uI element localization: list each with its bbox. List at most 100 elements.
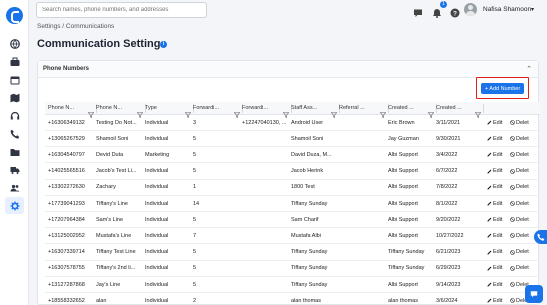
table-row[interactable]: +13302272630 Zachary Individual 1 1800 Test A… xyxy=(45,180,540,196)
pencil-icon xyxy=(487,185,492,190)
table-row[interactable]: +14025565516 Jacob's Test Li... Individual… xyxy=(45,164,540,180)
table-row[interactable]: +13065267529 Shamoil Soni Individual 5 Shamo… xyxy=(45,131,540,148)
info-icon[interactable]: i xyxy=(160,41,167,48)
logo-icon[interactable] xyxy=(6,7,23,24)
table-cell xyxy=(242,196,288,211)
filter-icon[interactable] xyxy=(330,105,338,119)
briefcase-icon[interactable] xyxy=(7,54,22,69)
table-row[interactable]: +17739041293 Tiffany's Line Individual 14 Ti… xyxy=(45,196,540,212)
delete-button[interactable]: Delet xyxy=(510,245,529,260)
filter-icon[interactable] xyxy=(474,105,482,119)
column-header[interactable]: Phone N... xyxy=(48,102,74,114)
column-header[interactable]: Type xyxy=(145,102,157,114)
folder-icon[interactable] xyxy=(7,144,22,159)
gear-icon[interactable] xyxy=(5,197,24,214)
filter-icon[interactable] xyxy=(233,105,241,119)
edit-button[interactable]: Edit xyxy=(487,261,502,276)
table-cell: 5 xyxy=(193,216,197,223)
delete-label: Delet xyxy=(516,184,529,191)
filter-icon[interactable] xyxy=(282,105,290,119)
table-cell: 5 xyxy=(193,249,197,256)
floating-chat-button[interactable] xyxy=(525,285,543,303)
breadcrumb[interactable]: Settings / Communications xyxy=(37,23,114,30)
add-number-button[interactable]: + Add Number xyxy=(481,83,524,94)
table-row[interactable]: +16306349132 Testing Do Not... Individual 3… xyxy=(45,115,540,131)
pencil-icon xyxy=(487,169,492,174)
edit-button[interactable]: Edit xyxy=(487,245,502,260)
chevron-down-icon[interactable]: ▾ xyxy=(531,6,534,13)
pencil-icon xyxy=(487,233,492,238)
table-row[interactable]: +18558332652 alan Individual 2 alan thomas al… xyxy=(45,293,540,305)
headset-icon[interactable] xyxy=(7,108,22,123)
column-header[interactable]: Forwardi... xyxy=(242,102,268,114)
column-header[interactable]: Referral ... xyxy=(339,102,365,114)
table-cell: Tiffany Sunday xyxy=(291,200,328,207)
delete-label: Delet xyxy=(516,216,529,223)
table-row[interactable]: +16304540797 Devid Duta Marketing 5 David Du… xyxy=(45,147,540,164)
truck-icon[interactable] xyxy=(7,162,22,177)
table-row[interactable]: +16307578755 Tiffany's 2nd li... Individua… xyxy=(45,261,540,277)
delete-button[interactable]: Delet xyxy=(510,115,529,130)
table-cell: Individual xyxy=(145,135,169,142)
ban-icon xyxy=(510,120,515,125)
delete-button[interactable]: Delet xyxy=(510,212,529,227)
edit-button[interactable]: Edit xyxy=(487,277,502,292)
edit-button[interactable]: Edit xyxy=(487,196,502,211)
edit-label: Edit xyxy=(493,151,503,158)
delete-label: Delet xyxy=(516,232,529,239)
edit-button[interactable]: Edit xyxy=(487,228,502,243)
edit-button[interactable]: Edit xyxy=(487,115,502,130)
chevron-up-icon[interactable]: ⌃ xyxy=(526,65,532,73)
edit-button[interactable]: Edit xyxy=(487,147,502,162)
delete-button[interactable]: Delet xyxy=(510,228,529,243)
map-icon[interactable] xyxy=(7,90,22,105)
table-cell: 5 xyxy=(193,281,197,288)
table-cell: 1 xyxy=(193,184,197,191)
column-header[interactable]: Created ... xyxy=(388,102,414,114)
delete-button[interactable]: Delet xyxy=(510,164,529,179)
column-header[interactable]: Staff Ass... xyxy=(291,102,317,114)
filter-icon[interactable] xyxy=(87,105,95,119)
delete-button[interactable]: Delet xyxy=(510,147,529,162)
edit-button[interactable]: Edit xyxy=(487,212,502,227)
ban-icon xyxy=(510,136,515,141)
edit-button[interactable]: Edit xyxy=(487,131,502,146)
delete-button[interactable]: Delet xyxy=(510,196,529,211)
users-icon[interactable] xyxy=(7,180,22,195)
phone-icon[interactable] xyxy=(7,126,22,141)
user-name[interactable]: Nafisa Shamoon xyxy=(483,6,531,13)
panel-header[interactable]: Phone Numbers ⌃ xyxy=(38,61,538,78)
globe-icon[interactable] xyxy=(7,36,22,51)
avatar[interactable] xyxy=(464,3,477,16)
filter-icon[interactable] xyxy=(379,105,387,119)
filter-icon[interactable] xyxy=(427,105,435,119)
table-row[interactable]: +13125002952 Mustafa's Line Individual 7 Mus… xyxy=(45,228,540,245)
edit-button[interactable]: Edit xyxy=(487,180,502,195)
table-cell: Individual xyxy=(145,249,169,256)
table-row[interactable]: +17207964384 Sam's Line Individual 5 Sam Cha… xyxy=(45,212,540,229)
delete-button[interactable]: Delet xyxy=(510,261,529,276)
table-row[interactable]: +13127287868 Jay's Line Individual 5 Tiffany… xyxy=(45,277,540,293)
chat-icon[interactable] xyxy=(413,5,423,17)
table-cell: +13302272630 xyxy=(48,184,85,191)
pencil-icon xyxy=(487,282,492,287)
edit-button[interactable]: Edit xyxy=(487,164,502,179)
delete-button[interactable]: Delet xyxy=(510,180,529,195)
table-row[interactable]: +16307339714 Tiffany Test Line Individual 5… xyxy=(45,245,540,261)
search-input[interactable] xyxy=(36,2,207,18)
help-icon[interactable]: ? xyxy=(450,5,460,18)
table-cell: Tiffany Sunday xyxy=(291,265,328,272)
floating-phone-button[interactable] xyxy=(534,230,547,244)
filter-icon[interactable] xyxy=(136,105,144,119)
calendar-icon[interactable] xyxy=(7,72,22,87)
table-cell: +13127287868 xyxy=(48,281,85,288)
edit-button[interactable]: Edit xyxy=(487,293,502,305)
delete-button[interactable]: Delet xyxy=(510,131,529,146)
column-header[interactable]: Created ... xyxy=(436,102,462,114)
column-header[interactable]: Forwardi... xyxy=(193,102,219,114)
filter-icon[interactable] xyxy=(184,105,192,119)
column-header[interactable]: Phone N... xyxy=(96,102,122,114)
table-cell xyxy=(242,180,288,195)
table-cell: Android User xyxy=(291,119,324,126)
column-separator[interactable] xyxy=(483,104,484,113)
